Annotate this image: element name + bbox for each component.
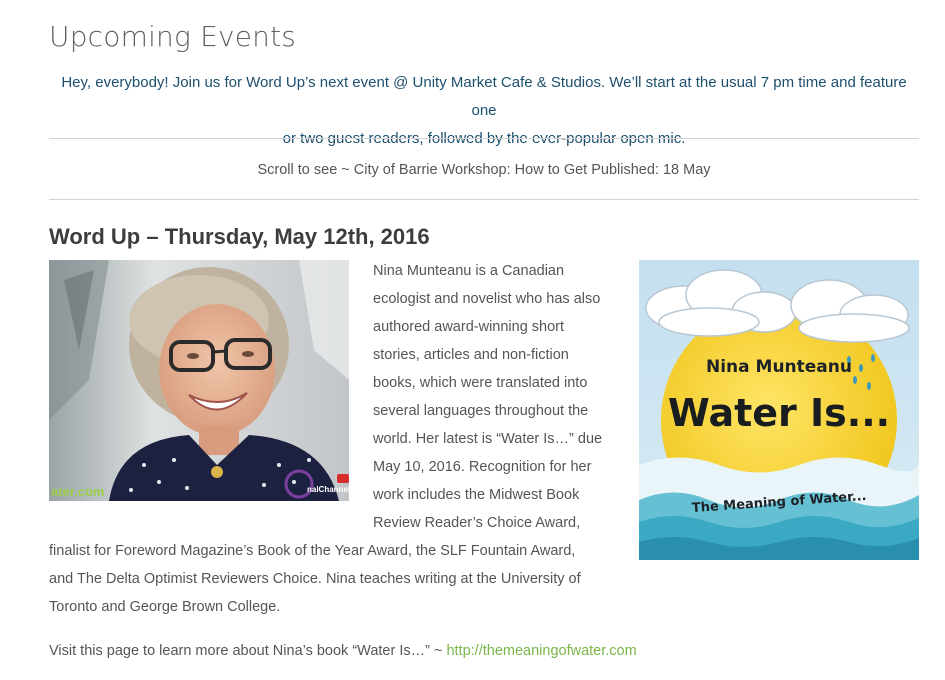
- bio-line: work includes the Midwest Book: [373, 487, 580, 503]
- book-author: Nina Munteanu: [706, 357, 852, 377]
- bio-line: Nina Munteanu is a Canadian: [373, 263, 565, 279]
- bio-line: world. Her latest is “Water Is…” due: [373, 431, 603, 447]
- author-photo-image: ater.com nalChannel: [49, 260, 349, 501]
- author-bio-column: Nina Munteanu is a Canadian ecologist an…: [373, 257, 623, 537]
- bio-line: finalist for Foreword Magazine’s Book of…: [49, 543, 576, 559]
- divider-bottom: [49, 199, 919, 200]
- scroll-note: Scroll to see ~ City of Barrie Workshop:…: [257, 162, 711, 178]
- book-cover-image: Nina Munteanu Water Is... The Meaning of…: [639, 260, 919, 560]
- author-bio-continued: finalist for Foreword Magazine’s Book of…: [49, 537, 619, 621]
- bio-line: and The Delta Optimist Reviewers Choice.…: [49, 571, 581, 587]
- bio-line: several languages throughout the: [373, 403, 589, 419]
- author-photo: ater.com nalChannel: [49, 260, 349, 501]
- book-title: Water Is...: [668, 391, 890, 435]
- event-title: Word Up – Thursday, May 12th, 2016: [49, 224, 430, 249]
- book-website-link[interactable]: http://themeaningofwater.com: [446, 643, 636, 659]
- page: Upcoming Events Hey, everybody! Join us …: [0, 0, 945, 680]
- bio-line: stories, articles and non-fiction: [373, 347, 569, 363]
- visit-line: Visit this page to learn more about Nina…: [49, 637, 637, 665]
- bio-line: books, which were translated into: [373, 375, 588, 391]
- bio-line: Toronto and George Brown College.: [49, 599, 281, 615]
- announcement-line-1: Hey, everybody! Join us for Word Up’s ne…: [61, 74, 907, 119]
- bio-line: authored award-winning short: [373, 319, 565, 335]
- bio-line: ecologist and novelist who has also: [373, 291, 601, 307]
- bio-line: Review Reader’s Choice Award,: [373, 515, 581, 531]
- visit-text: Visit this page to learn more about Nina…: [49, 643, 447, 659]
- bio-line: May 10, 2016. Recognition for her: [373, 459, 592, 475]
- page-title: Upcoming Events: [49, 20, 297, 53]
- event-announcement: Hey, everybody! Join us for Word Up’s ne…: [49, 69, 919, 153]
- book-cover: Nina Munteanu Water Is... The Meaning of…: [639, 260, 919, 560]
- photo-watermark-left: ater.com: [51, 484, 104, 499]
- divider-top: [49, 138, 919, 139]
- photo-watermark-right: nalChannel: [307, 485, 349, 494]
